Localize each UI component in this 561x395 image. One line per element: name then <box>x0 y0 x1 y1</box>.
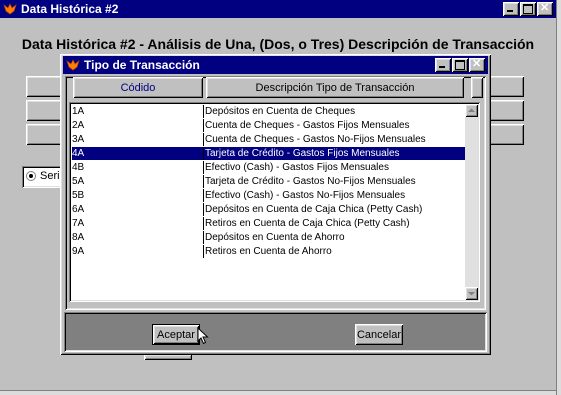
column-separator <box>203 175 204 188</box>
list-item[interactable]: 5B Efectivo (Cash) - Gastos No-Fijos Mens… <box>72 189 469 202</box>
column-separator <box>203 217 204 230</box>
maximize-icon <box>523 4 533 14</box>
main-titlebar[interactable]: Data Histórica #2 ✕ <box>0 0 556 18</box>
scroll-up-button[interactable] <box>465 104 478 117</box>
list-item-code: 8A <box>72 232 85 243</box>
cancel-button-label: Cancelar <box>356 328 402 341</box>
list-item[interactable]: 2A Cuenta de Cheques - Gastos Fijos Mensu… <box>72 119 469 132</box>
column-header-description[interactable]: Descripción Tipo de Transacción <box>206 77 464 98</box>
transaction-list[interactable]: 1A Depósitos en Cuenta de Cheques 2A Cuenta… <box>69 102 480 302</box>
list-item-code: 7A <box>72 218 85 229</box>
column-separator <box>203 147 204 160</box>
list-item-description: Tarjeta de Crédito - Gastos Fijos Mensua… <box>205 148 400 159</box>
column-separator <box>203 119 204 132</box>
list-item-description: Depósitos en Cuenta de Ahorro <box>205 232 345 243</box>
background-button-right-2[interactable] <box>488 100 524 121</box>
arrow-up-icon <box>468 108 475 112</box>
column-separator <box>203 133 204 146</box>
cancel-button[interactable]: Cancelar <box>355 324 403 345</box>
list-item-code: 4B <box>72 162 85 173</box>
column-separator <box>203 189 204 202</box>
scroll-down-button[interactable] <box>465 287 478 300</box>
main-title-text: Data Histórica #2 <box>21 2 119 16</box>
list-item[interactable]: 9A Retiros en Cuenta de Ahorro <box>72 245 469 258</box>
list-item[interactable]: 4A Tarjeta de Crédito - Gastos Fijos Mens… <box>72 147 469 160</box>
accept-button[interactable]: Aceptar <box>152 324 200 345</box>
background-button-right-1[interactable] <box>488 76 524 97</box>
accept-button-label: Aceptar <box>157 328 195 341</box>
app-bird-icon <box>66 59 80 71</box>
column-separator <box>203 161 204 174</box>
mouse-cursor-icon <box>197 327 209 345</box>
maximize-icon <box>455 60 465 70</box>
dialog-close-button[interactable]: ✕ <box>469 58 485 72</box>
column-separator <box>203 203 204 216</box>
list-item-description: Depósitos en Cuenta de Caja Chica (Petty… <box>205 204 423 215</box>
dialog-content: Códido Descripción Tipo de Transacción 1… <box>65 76 486 310</box>
dialog-maximize-button[interactable] <box>452 58 468 72</box>
list-item[interactable]: 4B Efectivo (Cash) - Gastos Fijos Mensual… <box>72 161 469 174</box>
list-item-code: 1A <box>72 106 85 117</box>
list-item-code: 2A <box>72 120 85 131</box>
close-button[interactable]: ✕ <box>537 2 553 16</box>
list-item-description: Retiros en Cuenta de Caja Chica (Petty C… <box>205 218 410 229</box>
column-header-code-label: Códido <box>120 81 156 94</box>
list-item-description: Efectivo (Cash) - Gastos No-Fijos Mensua… <box>205 190 406 201</box>
page-heading: Data Histórica #2 - Análisis de Una, (Do… <box>21 36 535 52</box>
dialog-titlebar[interactable]: Tipo de Transacción ✕ <box>63 56 488 74</box>
minimize-icon <box>439 66 445 68</box>
dialog-footer: Aceptar Cancelar <box>64 312 487 352</box>
list-item-code: 5A <box>72 176 85 187</box>
background-button-right-3[interactable] <box>488 124 524 145</box>
app-bird-icon <box>3 3 17 15</box>
dialog-title-text: Tipo de Transacción <box>84 58 200 72</box>
main-window-border-bottom <box>0 390 556 395</box>
list-item-code: 5B <box>72 190 85 201</box>
vertical-scrollbar[interactable] <box>465 104 478 300</box>
column-header-description-label: Descripción Tipo de Transacción <box>255 81 415 94</box>
list-item[interactable]: 1A Depósitos en Cuenta de Cheques <box>72 105 469 118</box>
minimize-icon <box>507 10 513 12</box>
dialog-minimize-button[interactable] <box>435 58 451 72</box>
maximize-button[interactable] <box>520 2 536 16</box>
list-item-description: Efectivo (Cash) - Gastos Fijos Mensuales <box>205 162 389 173</box>
list-item-code: 4A <box>72 148 85 159</box>
close-icon: ✕ <box>540 2 550 14</box>
list-item-description: Tarjeta de Crédito - Gastos No-Fijos Men… <box>205 176 416 187</box>
radio-dot-icon <box>26 171 36 181</box>
column-header-code[interactable]: Códido <box>73 77 203 98</box>
list-item-code: 9A <box>72 246 85 257</box>
arrow-down-icon <box>468 292 475 296</box>
list-item[interactable]: 3A Cuenta de Cheques - Gastos No-Fijos Me… <box>72 133 469 146</box>
list-item[interactable]: 8A Depósitos en Cuenta de Ahorro <box>72 231 469 244</box>
list-item-description: Cuenta de Cheques - Gastos Fijos Mensual… <box>205 120 410 131</box>
list-item-code: 6A <box>72 204 85 215</box>
transaction-type-dialog: Tipo de Transacción ✕ Códido Descripción… <box>60 54 491 355</box>
column-separator <box>203 105 204 118</box>
close-icon: ✕ <box>472 58 482 70</box>
column-separator <box>203 231 204 244</box>
list-item[interactable]: 7A Retiros en Cuenta de Caja Chica (Petty… <box>72 217 469 230</box>
main-window-border-right <box>556 0 561 395</box>
list-item-description: Depósitos en Cuenta de Cheques <box>205 106 356 117</box>
minimize-button[interactable] <box>503 2 519 16</box>
column-header-spare[interactable] <box>471 77 483 98</box>
list-item[interactable]: 5A Tarjeta de Crédito - Gastos No-Fijos M… <box>72 175 469 188</box>
list-item-code: 3A <box>72 134 85 145</box>
list-item-description: Cuenta de Cheques - Gastos No-Fijos Mens… <box>205 134 426 145</box>
list-item-description: Retiros en Cuenta de Ahorro <box>205 246 332 257</box>
column-separator <box>203 245 204 258</box>
list-item[interactable]: 6A Depósitos en Cuenta de Caja Chica (Pet… <box>72 203 469 216</box>
